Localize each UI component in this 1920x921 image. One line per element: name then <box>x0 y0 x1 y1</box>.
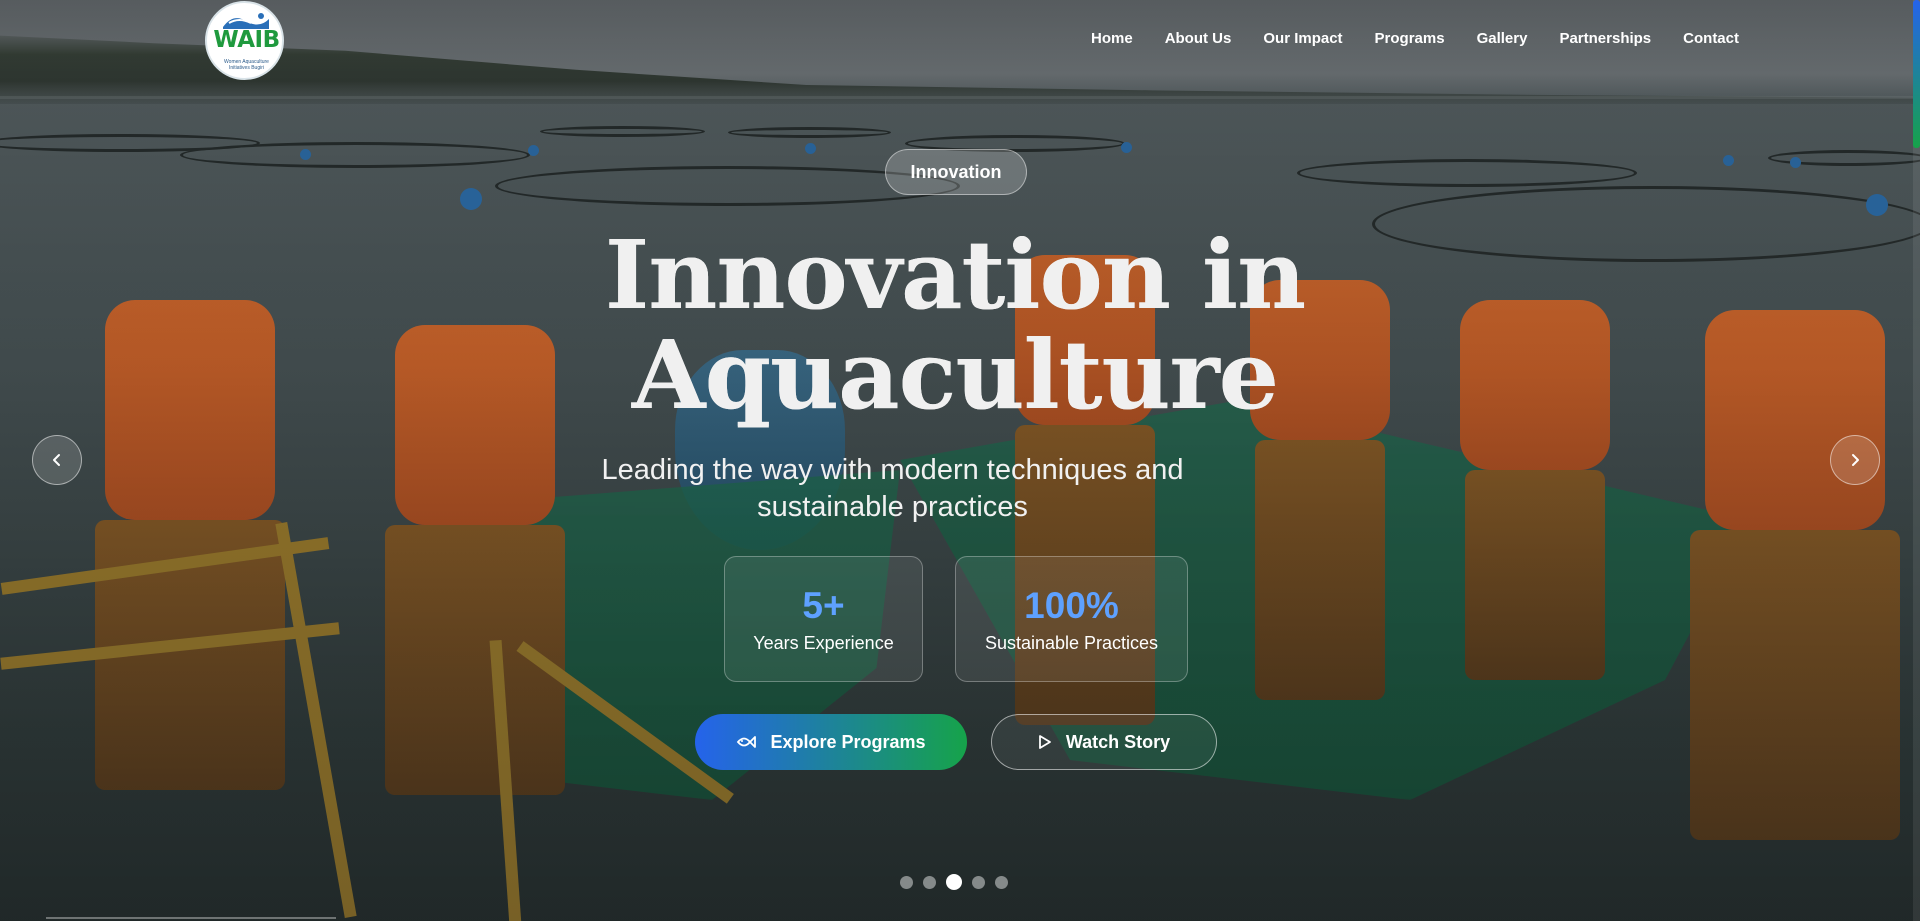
explore-programs-label: Explore Programs <box>770 731 926 752</box>
carousel-dot-3[interactable] <box>946 874 962 890</box>
carousel-indicators <box>900 874 1008 890</box>
stat-label: Sustainable Practices <box>984 632 1159 653</box>
nav-about-us[interactable]: About Us <box>1165 30 1232 47</box>
hero-subtitle: Leading the way with modern techniques a… <box>601 454 1184 523</box>
hero-title: Innovation in Aquaculture <box>560 226 1350 426</box>
scrollbar[interactable] <box>1913 0 1920 921</box>
carousel-dot-2[interactable] <box>923 875 936 889</box>
chevron-right-icon <box>1852 454 1859 466</box>
previous-slide-button[interactable] <box>32 435 82 485</box>
stat-value: 100% <box>1024 584 1119 626</box>
main-nav: Home About Us Our Impact Programs Galler… <box>1091 30 1771 47</box>
nav-gallery[interactable]: Gallery <box>1477 30 1528 47</box>
carousel-dot-5[interactable] <box>995 875 1008 889</box>
chevron-left-icon <box>53 454 60 466</box>
next-slide-button[interactable] <box>1830 435 1880 485</box>
explore-programs-button[interactable]: Explore Programs <box>695 714 967 770</box>
carousel-dot-1[interactable] <box>900 875 913 889</box>
category-badge: Innovation <box>885 149 1027 195</box>
nav-contact[interactable]: Contact <box>1683 30 1739 47</box>
logo-text: WAIB <box>213 27 280 53</box>
watch-story-button[interactable]: Watch Story <box>991 714 1217 770</box>
scrollbar-thumb[interactable] <box>1913 0 1920 148</box>
logo-subtext: Women Aquaculture Initiatives Bugiri <box>224 59 269 71</box>
nav-partnerships[interactable]: Partnerships <box>1559 30 1651 47</box>
nav-programs[interactable]: Programs <box>1375 30 1445 47</box>
hero-title-line2: Aquaculture <box>631 320 1279 431</box>
stat-card-years: 5+ Years Experience <box>724 556 923 682</box>
play-icon <box>1038 735 1051 749</box>
nav-home[interactable]: Home <box>1091 30 1133 47</box>
stat-value: 5+ <box>802 584 845 626</box>
watch-story-label: Watch Story <box>1065 731 1171 752</box>
hero-title-line1: Innovation in <box>604 220 1306 331</box>
fish-icon <box>737 736 757 748</box>
logo[interactable]: WAIB Women Aquaculture Initiatives Bugir… <box>205 1 284 80</box>
carousel-dot-4[interactable] <box>972 875 985 889</box>
stat-label: Years Experience <box>753 632 894 653</box>
nav-our-impact[interactable]: Our Impact <box>1263 30 1342 47</box>
stat-card-sustainable: 100% Sustainable Practices <box>955 556 1188 682</box>
